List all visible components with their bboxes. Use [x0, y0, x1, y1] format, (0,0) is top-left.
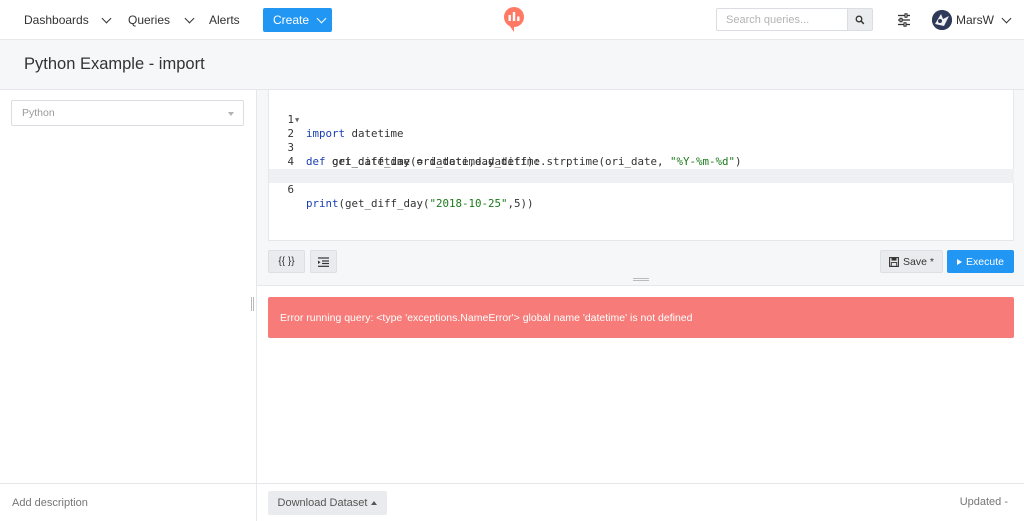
search-input[interactable] [716, 8, 847, 31]
updated-status: Updated - [960, 483, 1008, 521]
chevron-down-icon[interactable] [184, 13, 195, 23]
code-editor[interactable]: 1 import datetime 2 ▼ def get_diff_day(o… [268, 90, 1014, 241]
code-line[interactable]: 5 [269, 155, 1014, 182]
datasource-selected-label: Python [22, 107, 55, 119]
execute-button-label[interactable]: Execute [966, 256, 1004, 268]
nav-alerts-label[interactable]: Alerts [209, 13, 240, 27]
fold-arrow-icon[interactable]: ▼ [295, 113, 299, 127]
code-line[interactable]: 3 ori_datetime = datetime.datetime.strpt… [269, 127, 1014, 168]
chevron-down-icon[interactable] [101, 13, 112, 23]
code-line-active[interactable]: 6 print(get_diff_day("2018-10-25",5)) [269, 169, 1014, 210]
add-parameter-button[interactable]: {{ }} [268, 250, 305, 273]
left-panel: Python Add description [0, 90, 257, 521]
nav-dashboards-label[interactable]: Dashboards [24, 13, 89, 27]
redash-logo-icon[interactable] [502, 6, 526, 33]
nav-queries[interactable]: Queries [128, 0, 195, 40]
user-menu[interactable]: MarsW [956, 0, 1012, 40]
chevron-down-icon[interactable] [1001, 13, 1012, 23]
sliders-settings-icon[interactable] [896, 12, 912, 28]
split-resize-handle[interactable] [633, 278, 649, 281]
code-line[interactable]: 2 ▼ def get_diff_day(ori_date,day_diff): [269, 113, 1014, 168]
user-avatar-icon [932, 10, 952, 30]
nav-queries-label[interactable]: Queries [128, 13, 170, 27]
top-navbar: Dashboards Queries Alerts Create Search … [0, 0, 1024, 40]
error-message: Error running query: <type 'exceptions.N… [280, 311, 693, 324]
page-header: Python Example - import [0, 40, 1024, 90]
create-button-label[interactable]: Create [273, 13, 309, 27]
datasource-select[interactable]: Python [11, 100, 244, 126]
code-text[interactable]: print(get_diff_day("2018-10-25",5)) [306, 197, 534, 211]
floppy-disk-icon [889, 256, 899, 267]
code-line[interactable]: 1 import datetime [269, 99, 1014, 140]
error-alert: Error running query: <type 'exceptions.N… [268, 297, 1014, 338]
code-line[interactable]: 4 return ori_datetime+ datetime.timedelt… [269, 141, 1014, 182]
updated-label: Updated - [959, 496, 1008, 508]
avatar[interactable] [932, 10, 952, 30]
format-query-button[interactable] [310, 250, 337, 273]
nav-dashboards[interactable]: Dashboards [24, 0, 112, 40]
play-icon [957, 258, 963, 265]
search-button[interactable] [847, 8, 873, 31]
add-description-link[interactable]: Add description [0, 483, 256, 521]
search-icon [855, 15, 865, 24]
line-number: 6 [287, 183, 294, 196]
add-description-label[interactable]: Add description [12, 497, 88, 509]
download-dataset-label[interactable]: Download Dataset [278, 497, 368, 509]
create-button[interactable]: Create [263, 8, 332, 32]
caret-down-icon [228, 112, 234, 116]
page-title[interactable]: Python Example - import [24, 55, 205, 74]
panel-resize-handle[interactable] [251, 297, 254, 311]
nav-alerts[interactable]: Alerts [209, 0, 240, 40]
caret-up-icon [371, 501, 378, 505]
save-button-label[interactable]: Save * [903, 256, 934, 268]
add-parameter-label[interactable]: {{ }} [278, 256, 294, 267]
execute-button[interactable]: Execute [947, 250, 1014, 273]
save-button[interactable]: Save * [880, 250, 943, 273]
user-name-label[interactable]: MarsW [956, 13, 994, 27]
chevron-down-icon[interactable] [316, 13, 327, 23]
indent-icon [318, 256, 329, 267]
download-dataset-button[interactable]: Download Dataset [268, 491, 387, 515]
